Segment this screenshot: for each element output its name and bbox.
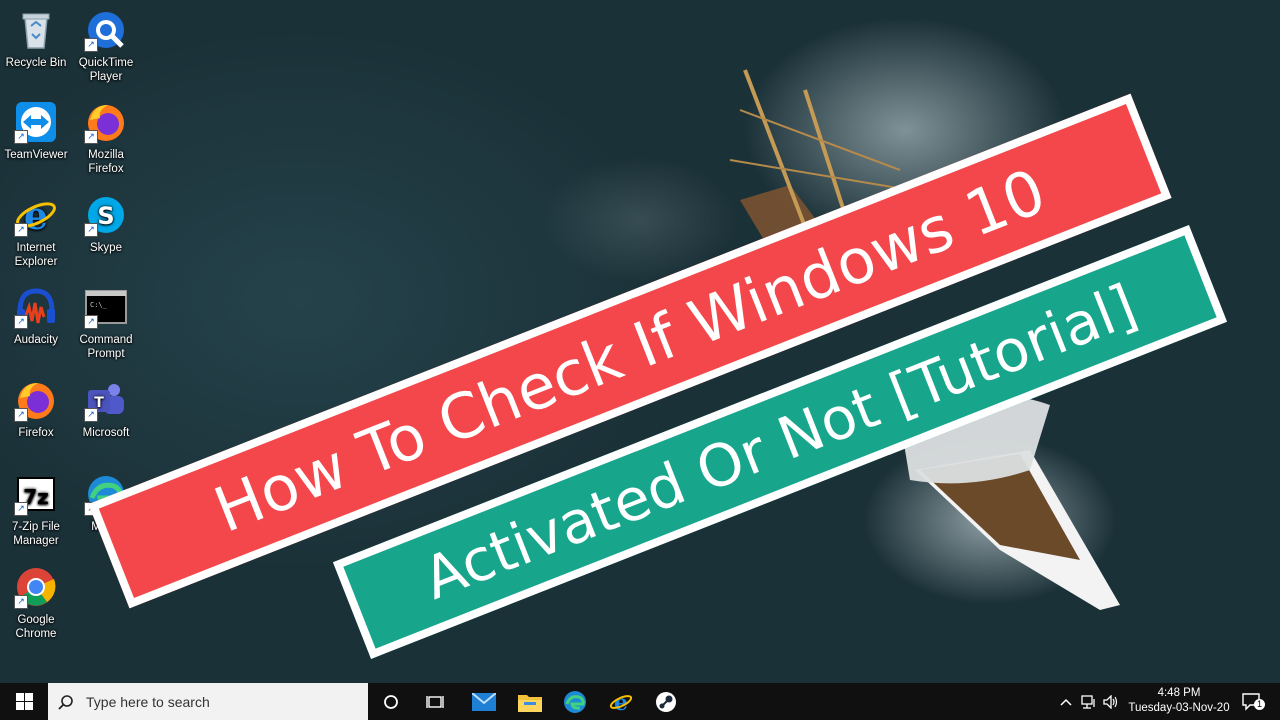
desktop-icon-audacity[interactable]: ↗ Audacity xyxy=(0,285,72,347)
notification-count-badge: 1 xyxy=(1254,699,1265,710)
cmd-prompt-text: C:\_ xyxy=(90,301,108,309)
search-placeholder: Type here to search xyxy=(86,693,210,710)
svg-text:S: S xyxy=(97,202,114,230)
internet-explorer-icon: e xyxy=(609,690,633,714)
chrome-icon: ↗ xyxy=(14,565,58,609)
7zip-icon: 7z ↗ xyxy=(14,472,58,516)
desktop-icon-mozilla-firefox[interactable]: ↗ Mozilla Firefox xyxy=(70,100,142,176)
taskbar-steam[interactable] xyxy=(644,683,688,720)
action-center-button[interactable]: 1 xyxy=(1234,683,1270,720)
internet-explorer-icon: e ↗ xyxy=(14,193,58,238)
taskbar-internet-explorer[interactable]: e xyxy=(599,683,643,720)
mail-icon xyxy=(472,692,496,711)
icon-label: Audacity xyxy=(13,334,59,346)
quicktime-icon: ↗ xyxy=(84,8,128,52)
desktop-icon-internet-explorer[interactable]: e ↗ Internet Explorer xyxy=(0,193,72,269)
search-icon xyxy=(58,694,73,710)
show-hidden-icons-button[interactable] xyxy=(1056,683,1076,720)
task-view-icon xyxy=(426,695,444,708)
icon-label: Firefox xyxy=(18,427,54,439)
shortcut-arrow-icon: ↗ xyxy=(84,408,98,422)
shortcut-arrow-icon: ↗ xyxy=(14,502,28,516)
icon-label: Google Chrome xyxy=(15,614,57,640)
cortana-circle-icon xyxy=(384,694,398,709)
icon-label: Recycle Bin xyxy=(5,57,67,69)
shortcut-arrow-icon: ↗ xyxy=(84,130,98,144)
taskbar: Type here to search e 4:48 PM Tuesday-03… xyxy=(0,683,1280,720)
shortcut-arrow-icon: ↗ xyxy=(14,130,28,144)
taskbar-search-box[interactable]: Type here to search xyxy=(48,683,368,720)
taskbar-file-explorer[interactable] xyxy=(508,683,552,720)
desktop-icon-google-chrome[interactable]: ↗ Google Chrome xyxy=(0,565,72,641)
audacity-icon: ↗ xyxy=(14,285,58,329)
shortcut-arrow-icon: ↗ xyxy=(14,408,28,422)
command-prompt-icon: C:\_ ↗ xyxy=(84,285,128,329)
edge-icon xyxy=(564,690,586,713)
clock-date: Tuesday-03-Nov-20 xyxy=(1128,702,1230,714)
start-button[interactable] xyxy=(0,683,48,720)
desktop-icon-firefox[interactable]: ↗ Firefox xyxy=(0,378,72,440)
icon-label: 7-Zip File Manager xyxy=(12,521,60,547)
skype-icon: S ↗ xyxy=(84,193,128,237)
taskbar-edge[interactable] xyxy=(553,683,597,720)
desktop-icon-quicktime[interactable]: ↗ QuickTime Player xyxy=(70,8,142,84)
taskbar-clock[interactable]: 4:48 PM Tuesday-03-Nov-20 xyxy=(1124,686,1234,716)
steam-icon xyxy=(656,691,676,712)
folder-icon xyxy=(518,694,542,712)
shortcut-arrow-icon: ↗ xyxy=(14,223,28,237)
recycle-bin-icon xyxy=(14,8,58,52)
shortcut-arrow-icon: ↗ xyxy=(14,595,28,609)
icon-label: Internet Explorer xyxy=(14,242,58,268)
speaker-icon xyxy=(1103,694,1118,709)
chevron-up-icon xyxy=(1060,698,1072,706)
shortcut-arrow-icon: ↗ xyxy=(84,315,98,329)
svg-text:e: e xyxy=(614,690,628,714)
network-button[interactable] xyxy=(1078,683,1100,720)
teams-icon: T ↗ xyxy=(84,378,128,422)
volume-button[interactable] xyxy=(1100,683,1122,720)
desktop-icon-teamviewer[interactable]: ↗ TeamViewer xyxy=(0,100,72,162)
teamviewer-icon: ↗ xyxy=(14,100,58,144)
desktop[interactable]: Recycle Bin ↗ QuickTime Player ↗ TeamVie… xyxy=(0,0,1280,683)
desktop-icon-recycle-bin[interactable]: Recycle Bin xyxy=(0,8,72,70)
cortana-button[interactable] xyxy=(372,683,410,720)
shortcut-arrow-icon: ↗ xyxy=(84,38,98,52)
desktop-icon-skype[interactable]: S ↗ Skype xyxy=(70,193,142,255)
network-icon xyxy=(1081,694,1095,709)
clock-time: 4:48 PM xyxy=(1157,687,1201,699)
shortcut-arrow-icon: ↗ xyxy=(84,223,98,237)
taskbar-mail[interactable] xyxy=(462,683,506,720)
task-view-button[interactable] xyxy=(415,683,455,720)
desktop-icon-microsoft-teams[interactable]: T ↗ Microsoft xyxy=(70,378,142,440)
icon-label: Skype xyxy=(90,242,122,254)
icon-label: QuickTime Player xyxy=(78,57,134,83)
icon-label: Command Prompt xyxy=(79,334,133,360)
icon-label: Microsoft xyxy=(82,427,130,439)
shortcut-arrow-icon: ↗ xyxy=(14,315,28,329)
firefox-icon: ↗ xyxy=(14,378,58,422)
firefox-icon: ↗ xyxy=(84,100,128,144)
windows-logo-icon xyxy=(15,693,33,710)
icon-label: Mozilla Firefox xyxy=(88,149,124,175)
icon-label: TeamViewer xyxy=(4,149,68,161)
desktop-icon-command-prompt[interactable]: C:\_ ↗ Command Prompt xyxy=(70,285,142,361)
desktop-icon-7zip[interactable]: 7z ↗ 7-Zip File Manager xyxy=(0,472,72,548)
